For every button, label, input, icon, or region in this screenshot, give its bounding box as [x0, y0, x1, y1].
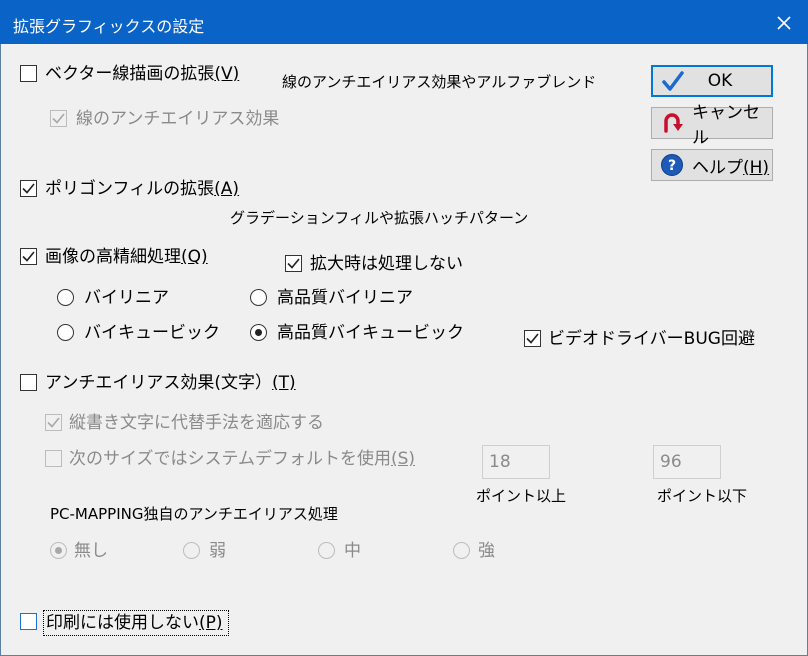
- vertical-text-checkbox[interactable]: [45, 414, 62, 431]
- title-bar: 拡張グラフィックスの設定: [0, 0, 808, 44]
- radio-hq-bilinear[interactable]: [250, 289, 267, 306]
- radio-level-none-label: 無し: [74, 541, 108, 561]
- cancel-button[interactable]: キャンセル: [651, 103, 773, 148]
- close-button[interactable]: [761, 1, 807, 45]
- radio-level-strong[interactable]: [453, 542, 470, 559]
- own-antialias-label: PC-MAPPING独自のアンチエイリアス処理: [50, 505, 338, 523]
- min-size-input[interactable]: 18: [482, 445, 550, 479]
- radio-bicubic[interactable]: [57, 324, 74, 341]
- window-title: 拡張グラフィックスの設定: [13, 17, 205, 36]
- help-button[interactable]: ? ヘルプ(H): [651, 149, 773, 181]
- radio-level-weak[interactable]: [183, 542, 200, 559]
- max-size-input[interactable]: 96: [653, 445, 721, 479]
- vector-checkbox[interactable]: [20, 65, 37, 82]
- polygon-checkbox[interactable]: [20, 180, 37, 197]
- default-size-label: 次のサイズではシステムデフォルトを使用(S): [69, 449, 416, 469]
- radio-level-mid[interactable]: [318, 542, 335, 559]
- svg-text:?: ?: [668, 158, 676, 174]
- radio-level-strong-label: 強: [478, 541, 495, 561]
- image-checkbox[interactable]: [20, 248, 37, 265]
- radio-level-none[interactable]: [50, 542, 67, 559]
- radio-level-mid-label: 中: [344, 541, 361, 561]
- polygon-label[interactable]: ポリゴンフィルの拡張(A): [45, 178, 239, 200]
- radio-level-weak-label: 弱: [209, 541, 226, 561]
- check-icon: [287, 258, 300, 269]
- vector-label[interactable]: ベクター線描画の拡張(V): [45, 63, 239, 85]
- cancel-label: キャンセル: [692, 103, 760, 148]
- radio-bicubic-label[interactable]: バイキュービック: [84, 322, 220, 344]
- image-label[interactable]: 画像の高精細処理(Q): [45, 246, 208, 268]
- checkmark-icon: [653, 70, 693, 92]
- ok-button[interactable]: OK: [651, 65, 773, 97]
- radio-hq-bicubic[interactable]: [250, 324, 267, 341]
- help-icon: ?: [652, 153, 692, 177]
- no-enlarge-checkbox[interactable]: [285, 255, 302, 272]
- help-label: ヘルプ(H): [692, 157, 770, 178]
- line-antialias-label: 線のアンチエイリアス効果: [76, 109, 280, 129]
- ok-label: OK: [707, 71, 733, 91]
- polygon-description: グラデーションフィルや拡張ハッチパターン: [230, 209, 529, 227]
- check-icon: [47, 417, 60, 428]
- vector-description: 線のアンチエイリアス効果やアルファブレンド: [282, 73, 597, 91]
- line-antialias-checkbox[interactable]: [50, 110, 67, 127]
- check-icon: [526, 333, 539, 344]
- min-size-unit: ポイント以上: [476, 487, 567, 505]
- radio-hq-bicubic-label[interactable]: 高品質バイキュービック: [277, 322, 464, 344]
- vertical-text-label: 縦書き文字に代替手法を適応する: [69, 413, 324, 433]
- max-size-unit: ポイント以下: [657, 487, 748, 505]
- video-bug-checkbox[interactable]: [524, 330, 541, 347]
- check-icon: [52, 113, 65, 124]
- print-checkbox[interactable]: [20, 613, 37, 630]
- text-antialias-label[interactable]: アンチエイリアス効果(文字）(T): [45, 372, 296, 394]
- radio-bilinear[interactable]: [57, 289, 74, 306]
- radio-selected-dot: [255, 329, 262, 336]
- video-bug-label[interactable]: ビデオドライバーBUG回避: [548, 328, 755, 350]
- check-icon: [22, 251, 35, 262]
- close-icon: [777, 16, 791, 30]
- radio-selected-dot: [55, 547, 62, 554]
- radio-hq-bilinear-label[interactable]: 高品質バイリニア: [277, 287, 413, 309]
- text-antialias-checkbox[interactable]: [20, 374, 37, 391]
- radio-bilinear-label[interactable]: バイリニア: [84, 287, 169, 309]
- no-enlarge-label[interactable]: 拡大時は処理しない: [310, 253, 463, 275]
- print-label[interactable]: 印刷には使用しない(P): [46, 612, 223, 634]
- check-icon: [22, 183, 35, 194]
- undo-arrow-icon: [652, 111, 692, 135]
- default-size-checkbox[interactable]: [45, 450, 62, 467]
